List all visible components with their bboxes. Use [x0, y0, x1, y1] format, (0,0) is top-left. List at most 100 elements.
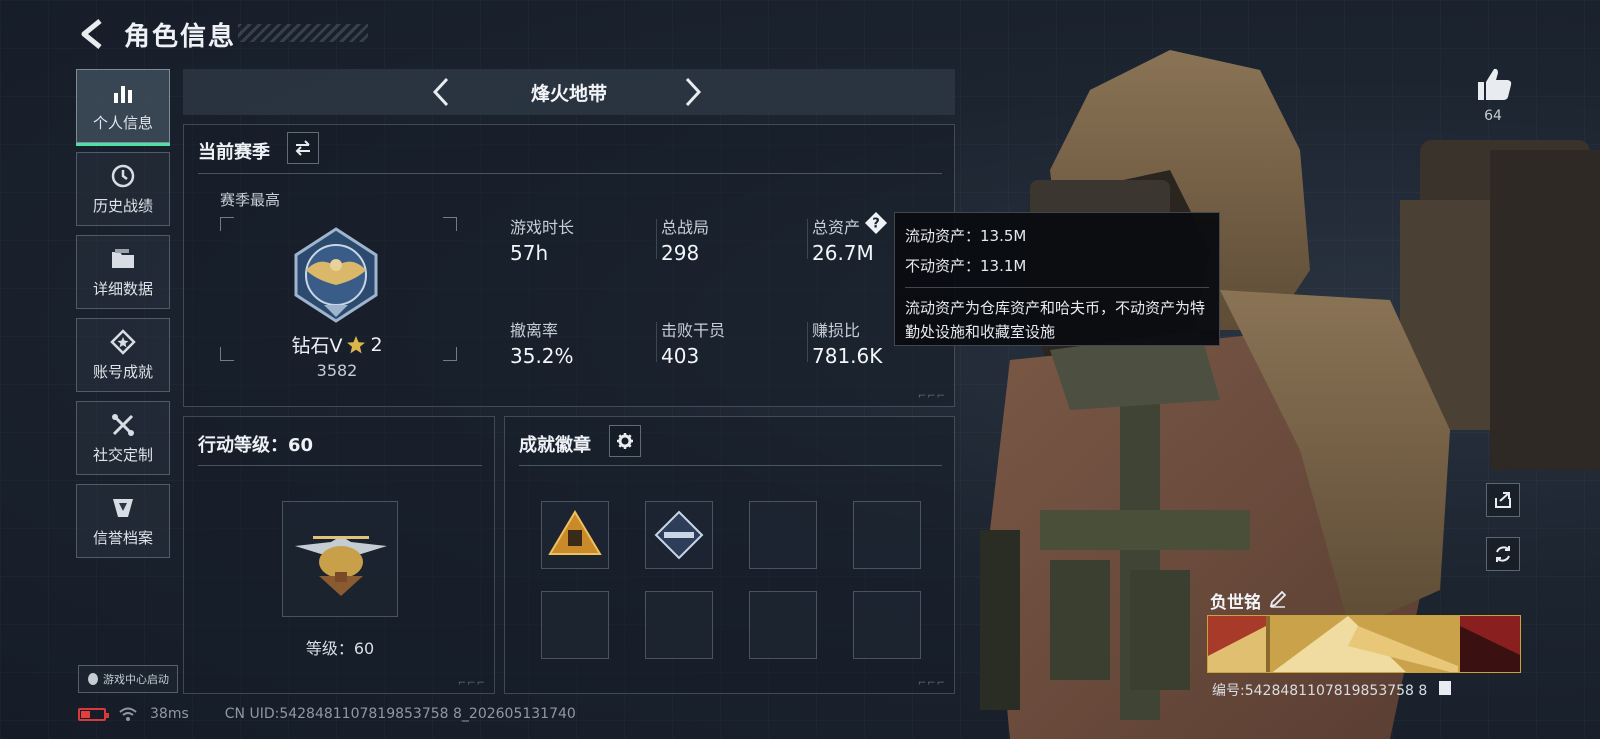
sidebar-item-reputation[interactable]: 信誉档案 — [76, 484, 170, 558]
launch-label: 游戏中心启动 — [103, 673, 169, 686]
stat-separator — [807, 219, 808, 259]
mode-selector: 烽火地带 — [183, 69, 955, 115]
action-level-panel: 行动等级：60 等级：60 ⌐⌐⌐ — [183, 416, 495, 694]
rank-score: 3582 — [316, 361, 358, 380]
sidebar: 个人信息 历史战绩 详细数据 账号成就 社交定制 信誉档案 — [76, 69, 170, 567]
stat-separator — [807, 322, 808, 362]
clock-icon — [110, 163, 136, 189]
panel-corner-decoration: ⌐⌐⌐ — [917, 678, 946, 689]
divider — [519, 465, 942, 466]
stat-label-playtime: 游戏时长 — [510, 218, 575, 237]
stat-label-extraction-rate: 撤离率 — [510, 321, 559, 340]
prev-mode-button[interactable] — [429, 75, 453, 109]
ping-value: 38ms — [150, 706, 189, 722]
sidebar-item-label: 信誉档案 — [92, 528, 153, 547]
action-level-text: 等级：60 — [305, 639, 375, 658]
like-button[interactable] — [1474, 66, 1514, 102]
achievement-settings-button[interactable] — [609, 425, 641, 457]
achievement-badge-slot[interactable] — [645, 591, 713, 659]
asset-tooltip: 流动资产：13.5M 不动资产：13.1M 流动资产为仓库资产和哈夫币，不动资产… — [894, 212, 1220, 346]
name-card-art — [1208, 616, 1520, 672]
page-title: 角色信息 — [124, 22, 237, 52]
swap-icon — [295, 140, 310, 156]
stat-value-total-matches: 298 — [661, 241, 700, 265]
next-mode-button[interactable] — [681, 75, 705, 109]
tooltip-fixed-assets: 不动资产：13.1M — [905, 257, 1027, 275]
tools-icon — [110, 412, 136, 438]
divider — [198, 173, 942, 174]
achievement-badge-slot[interactable] — [541, 501, 609, 569]
gear-icon — [617, 433, 633, 449]
rotate-button[interactable] — [1486, 537, 1520, 571]
back-button[interactable] — [78, 18, 106, 50]
folder-icon — [110, 246, 136, 272]
stat-value-operators-killed: 403 — [661, 344, 700, 368]
diamond-badge-icon — [654, 510, 704, 560]
name-card[interactable] — [1207, 615, 1521, 673]
achievement-badge-slot[interactable] — [541, 591, 609, 659]
achievement-title: 成就徽章 — [519, 435, 591, 456]
stat-label-profit-loss-ratio: 赚损比 — [812, 321, 861, 340]
game-center-launch-badge: 游戏中心启动 — [78, 665, 178, 693]
sidebar-item-label: 社交定制 — [92, 445, 153, 464]
rank-name: 钻石Ⅴ — [291, 335, 343, 357]
tooltip-liquid-assets: 流动资产：13.5M — [905, 227, 1027, 245]
sidebar-item-social[interactable]: 社交定制 — [76, 401, 170, 475]
panel-corner-decoration: ⌐⌐⌐ — [457, 678, 486, 689]
sidebar-item-history[interactable]: 历史战绩 — [76, 152, 170, 226]
stat-label-total-matches: 总战局 — [661, 218, 710, 237]
player-number: 编号:5428481107819853758 8 — [1212, 683, 1428, 699]
season-switch-button[interactable] — [287, 132, 319, 164]
star-icon — [347, 335, 366, 353]
mode-title: 烽火地带 — [530, 82, 607, 105]
achievement-badge-slot[interactable] — [853, 591, 921, 659]
share-icon — [1495, 492, 1511, 508]
action-level-title: 行动等级：60 — [198, 435, 314, 456]
achievement-badge-slot[interactable] — [645, 501, 713, 569]
stat-value-total-assets: 26.7M — [812, 241, 874, 265]
bar-chart-icon — [110, 80, 136, 106]
stat-label-total-assets: 总资产 — [812, 218, 861, 237]
frame-corner — [443, 347, 457, 361]
pyramid-badge-icon — [548, 510, 602, 555]
season-title: 当前赛季 — [198, 142, 270, 163]
season-best-label: 赛季最高 — [220, 191, 281, 209]
panel-corner-decoration: ⌐⌐⌐ — [917, 391, 946, 402]
refresh-icon — [1496, 546, 1510, 562]
like-count: 64 — [1484, 108, 1502, 124]
sidebar-item-detail-data[interactable]: 详细数据 — [76, 235, 170, 309]
frame-corner — [443, 217, 457, 231]
stat-separator — [656, 322, 657, 362]
tooltip-divider — [905, 287, 1209, 288]
shield-badge-icon — [110, 495, 136, 521]
share-button[interactable] — [1486, 483, 1520, 517]
achievement-badge-slot[interactable] — [853, 501, 921, 569]
sidebar-item-label: 历史战绩 — [92, 196, 153, 215]
stat-value-profit-loss-ratio: 781.6K — [812, 344, 883, 368]
season-panel: 当前赛季 赛季最高 钻石Ⅴ 2 3582 游戏时长 57h 总战局 298 总资… — [183, 124, 955, 407]
frame-corner — [220, 217, 234, 231]
svg-text:?: ? — [872, 217, 880, 232]
rank-emblem — [294, 227, 378, 323]
sidebar-item-label: 详细数据 — [92, 279, 153, 298]
sidebar-item-personal-info[interactable]: 个人信息 — [76, 69, 170, 146]
divider — [198, 465, 482, 466]
achievement-badge-slot[interactable] — [749, 591, 817, 659]
sidebar-item-label: 账号成就 — [92, 362, 153, 381]
title-decoration — [238, 24, 368, 42]
achievement-badge-slot[interactable] — [749, 501, 817, 569]
help-icon[interactable]: ? — [864, 211, 888, 235]
frame-corner — [220, 347, 234, 361]
uid-text: CN UID:5428481107819853758 8_20260513174… — [224, 706, 576, 722]
rank-line: 钻石Ⅴ 2 — [244, 331, 430, 358]
status-bar: 38ms CN UID:5428481107819853758 8_202605… — [78, 706, 576, 722]
star-badge-icon — [110, 328, 136, 355]
edit-name-button[interactable] — [1268, 589, 1288, 609]
stat-label-operators-killed: 击败干员 — [661, 321, 726, 340]
player-name: 负世铭 — [1210, 593, 1261, 613]
sidebar-item-achievements[interactable]: 账号成就 — [76, 318, 170, 392]
rank-stars: 2 — [370, 333, 383, 356]
stat-value-playtime: 57h — [510, 241, 549, 265]
copy-icon[interactable] — [1438, 680, 1452, 696]
stat-value-extraction-rate: 35.2% — [510, 344, 574, 368]
